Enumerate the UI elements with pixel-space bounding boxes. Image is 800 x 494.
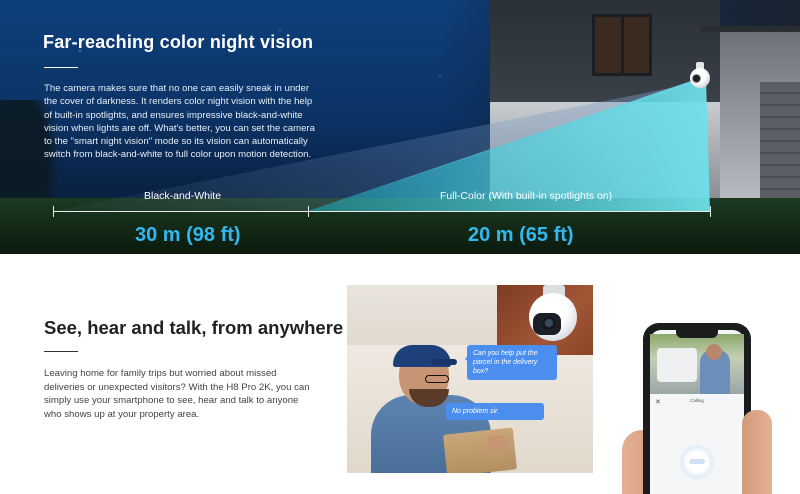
title-divider: [44, 351, 78, 352]
bw-distance: 30 m (98 ft): [135, 224, 241, 246]
bw-range-line: [53, 211, 308, 212]
camera-lens-icon: [692, 74, 701, 83]
cap-brim: [431, 359, 457, 365]
night-vision-section: Far-reaching color night vision The came…: [0, 0, 800, 254]
fc-range-label: Full-Color (With built-in spotlights on): [440, 190, 613, 202]
range-tick: [308, 206, 309, 217]
range-tick: [710, 206, 711, 217]
title-divider: [44, 67, 78, 68]
fc-distance: 20 m (65 ft): [468, 224, 574, 246]
phone-notch: [676, 330, 718, 338]
chat-bubble-answer: No problem sir.: [446, 403, 544, 420]
talk-section-description: Leaving home for family trips but worrie…: [44, 368, 310, 420]
parcel-box: [442, 427, 518, 473]
security-camera: [688, 62, 712, 88]
fc-range-line: [308, 211, 710, 212]
talk-section-title: See, hear and talk, from anywhere: [44, 317, 344, 338]
delivery-person-hand: [487, 435, 507, 451]
chat-bubble-question: Can you help put the parcel in the deliv…: [465, 345, 557, 380]
glasses-icon: [425, 375, 449, 383]
bw-range-label: Black-and-White: [144, 190, 222, 202]
phone-video-van: [657, 348, 697, 382]
call-icon: [689, 459, 705, 464]
phone-video-person-head: [706, 344, 722, 360]
camera-lens-icon: [543, 317, 555, 329]
thumb: [742, 410, 772, 494]
night-vision-description: The camera makes sure that no one can ea…: [44, 83, 315, 161]
close-icon[interactable]: ✕: [655, 398, 661, 406]
range-tick: [53, 206, 54, 217]
phone-call-status: Calling: [690, 398, 704, 403]
night-vision-title: Far-reaching color night vision: [43, 32, 314, 52]
